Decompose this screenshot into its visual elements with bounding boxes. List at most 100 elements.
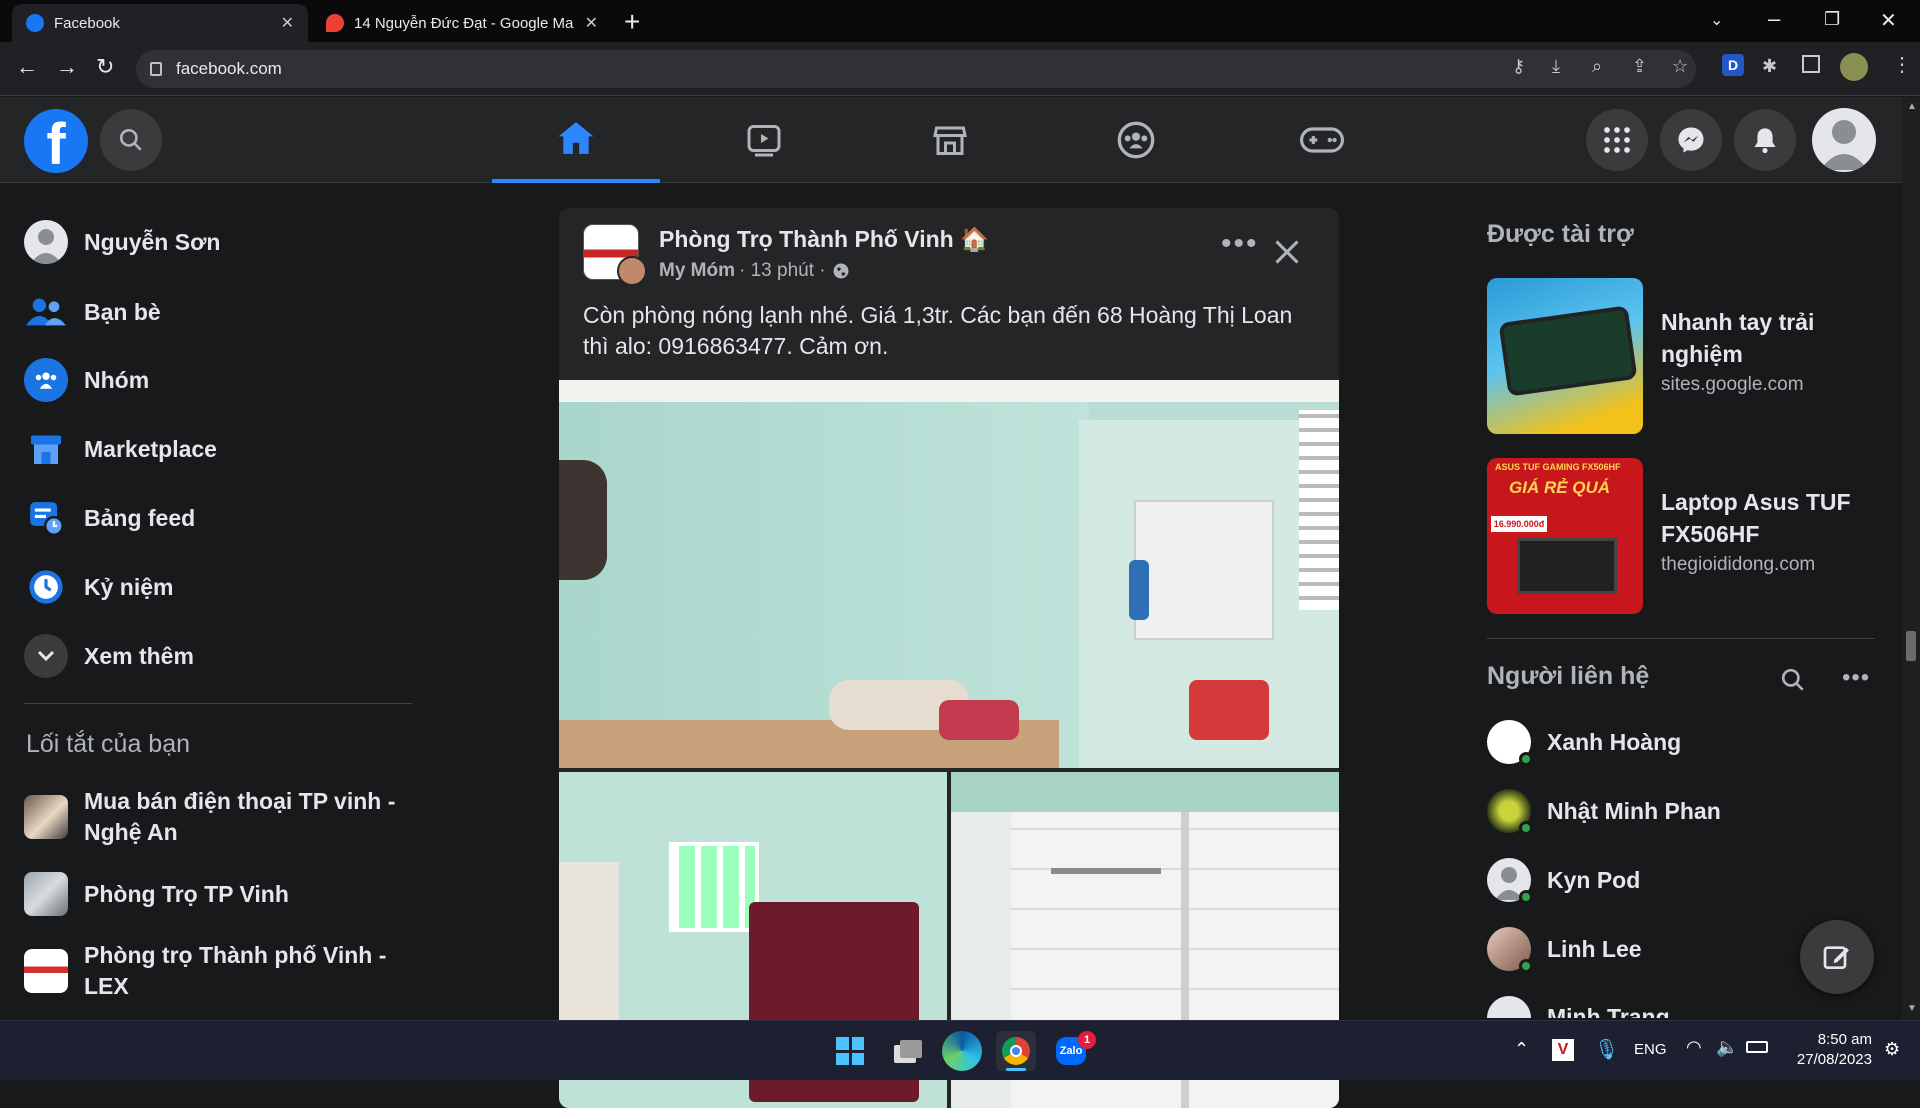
post-author[interactable]: My Móm: [659, 260, 735, 282]
profile-name: Nguyễn Sơn: [84, 228, 221, 255]
sidebar-item-groups[interactable]: Nhóm: [24, 358, 149, 402]
contact-item[interactable]: Linh Lee: [1487, 927, 1642, 973]
shortcut-item[interactable]: Mua bán điện thoại TP vinh - Nghệ An: [24, 786, 414, 848]
author-avatar[interactable]: [617, 256, 647, 286]
sidebar-item-memories[interactable]: Kỷ niệm: [24, 565, 173, 609]
tab-google-maps[interactable]: 14 Nguyễn Đức Đạt - Google Ma ✕: [312, 4, 612, 42]
scroll-down-icon[interactable]: ▼: [1907, 1003, 1917, 1014]
post-options-icon[interactable]: •••: [1221, 229, 1259, 259]
chevron-down-icon: [24, 634, 68, 678]
ad-title: Nhanh tay trải nghiệm: [1661, 309, 1815, 367]
url-text: facebook.com: [176, 59, 282, 78]
menu-button[interactable]: [1586, 109, 1648, 171]
tab-groups[interactable]: [1052, 97, 1220, 183]
chrome-taskbar-button[interactable]: [996, 1031, 1036, 1071]
browser-menu-icon[interactable]: ⋮: [1892, 52, 1912, 77]
reload-button[interactable]: ↻: [96, 54, 114, 80]
extensions-puzzle-icon[interactable]: ✱: [1762, 56, 1777, 77]
contact-name: Minh Trang: [1547, 1004, 1670, 1018]
contact-item[interactable]: Minh Trang: [1487, 996, 1670, 1018]
bookmark-star-icon[interactable]: ☆: [1672, 56, 1688, 77]
sidebar-item-marketplace[interactable]: Marketplace: [24, 427, 217, 471]
close-window-button[interactable]: ✕: [1880, 8, 1897, 33]
page-scrollbar[interactable]: ▲ ▼: [1902, 97, 1920, 1020]
sidebar-item-friends[interactable]: Bạn bè: [24, 290, 161, 334]
contacts-search-icon[interactable]: [1780, 667, 1806, 693]
grid-menu-icon: [1604, 127, 1630, 153]
messenger-icon: [1678, 127, 1704, 153]
see-more-button[interactable]: Xem thêm: [24, 634, 194, 678]
divider: [1487, 638, 1875, 639]
install-app-icon[interactable]: ⤓: [1552, 56, 1560, 77]
contact-avatar: [1487, 858, 1533, 904]
microphone-icon[interactable]: 🎙: [1594, 1037, 1619, 1062]
password-key-icon[interactable]: ⚷: [1512, 56, 1525, 77]
new-message-button[interactable]: [1800, 920, 1874, 994]
close-tab-icon[interactable]: ✕: [281, 13, 294, 33]
sponsored-ad[interactable]: Nhanh tay trải nghiệm sites.google.com: [1487, 278, 1861, 434]
tab-marketplace[interactable]: [866, 97, 1034, 183]
tab-home[interactable]: [492, 97, 660, 183]
volume-icon[interactable]: 🔈: [1716, 1037, 1738, 1058]
battery-icon[interactable]: [1746, 1041, 1768, 1053]
notifications-button[interactable]: [1734, 109, 1796, 171]
tab-watch[interactable]: [680, 97, 848, 183]
facebook-header: f: [0, 97, 1920, 183]
close-post-icon[interactable]: [1273, 238, 1301, 266]
side-panel-icon[interactable]: [1802, 55, 1820, 73]
post-time[interactable]: · 13 phút ·: [739, 260, 826, 282]
sidebar-item-feeds[interactable]: Bảng feed: [24, 496, 195, 540]
contact-name: Linh Lee: [1547, 935, 1642, 962]
sidebar-item-label: Nhóm: [84, 366, 150, 393]
new-tab-button[interactable]: +: [624, 6, 640, 38]
zoom-icon[interactable]: ⌕: [1592, 56, 1602, 77]
wifi-icon[interactable]: ◠: [1686, 1037, 1702, 1058]
clock[interactable]: 8:50 am 27/08/2023: [1776, 1030, 1872, 1070]
maps-pin-icon: [326, 14, 344, 32]
ad-image-game: [1487, 278, 1643, 434]
sponsored-ad[interactable]: ASUS TUF GAMING FX506HF GIÁ RẺ QUÁ 16.99…: [1487, 458, 1861, 614]
profile-link[interactable]: Nguyễn Sơn: [24, 220, 220, 264]
facebook-logo[interactable]: f: [24, 109, 88, 177]
extension-d-icon[interactable]: D: [1722, 54, 1744, 76]
browser-tab-strip: Facebook ✕ 14 Nguyễn Đức Đạt - Google Ma…: [0, 0, 1920, 42]
bell-icon: [1754, 128, 1776, 154]
search-button[interactable]: [100, 109, 162, 171]
restore-button[interactable]: ❐: [1824, 9, 1840, 30]
tab-search-chevron-icon[interactable]: ⌄: [1710, 10, 1723, 30]
zalo-taskbar-button[interactable]: Zalo 1: [1052, 1031, 1096, 1071]
windows-start-icon[interactable]: [830, 1031, 870, 1071]
contact-name: Xanh Hoàng: [1547, 728, 1682, 755]
contacts-options-icon[interactable]: •••: [1842, 664, 1870, 692]
shortcut-item[interactable]: Phòng trọ Thành phố Vinh - LEX: [24, 940, 414, 1002]
share-icon[interactable]: ⇪: [1632, 56, 1647, 77]
contact-item[interactable]: Kyn Pod: [1487, 858, 1640, 904]
edge-browser-icon[interactable]: [942, 1031, 982, 1071]
contact-item[interactable]: Nhật Minh Phan: [1487, 789, 1721, 835]
profile-avatar[interactable]: [1840, 53, 1868, 81]
shortcut-label: Phòng trọ Thành phố Vinh - LEX: [84, 942, 387, 999]
shortcut-item[interactable]: Phòng Trọ TP Vinh: [24, 872, 414, 916]
post-group-name[interactable]: Phòng Trọ Thành Phố Vinh 🏠: [659, 226, 989, 253]
address-bar[interactable]: facebook.com: [136, 50, 1696, 88]
vivaldi-tray-icon[interactable]: V: [1552, 1039, 1574, 1061]
ad-phone-graphic: [1498, 305, 1638, 397]
task-view-icon[interactable]: [886, 1031, 926, 1071]
post-photo-main[interactable]: [559, 380, 1339, 768]
back-button[interactable]: ←: [16, 54, 38, 80]
notification-center-icon[interactable]: ⚙: [1884, 1039, 1900, 1060]
tab-facebook[interactable]: Facebook ✕: [12, 4, 308, 42]
scroll-up-icon[interactable]: ▲: [1907, 101, 1917, 112]
close-tab-icon[interactable]: ✕: [585, 13, 598, 33]
account-avatar-button[interactable]: [1812, 108, 1876, 172]
show-hidden-icons-chevron-icon[interactable]: ⌃: [1514, 1039, 1529, 1060]
contact-avatar: [1487, 789, 1533, 835]
language-indicator[interactable]: ENG: [1634, 1041, 1667, 1058]
groups-icon: [1117, 121, 1155, 159]
tab-gaming[interactable]: [1238, 97, 1406, 183]
contact-item[interactable]: Xanh Hoàng: [1487, 720, 1682, 766]
scrollbar-thumb[interactable]: [1906, 631, 1916, 661]
forward-button[interactable]: →: [56, 54, 78, 80]
minimize-button[interactable]: –: [1768, 6, 1780, 32]
messenger-button[interactable]: [1660, 109, 1722, 171]
